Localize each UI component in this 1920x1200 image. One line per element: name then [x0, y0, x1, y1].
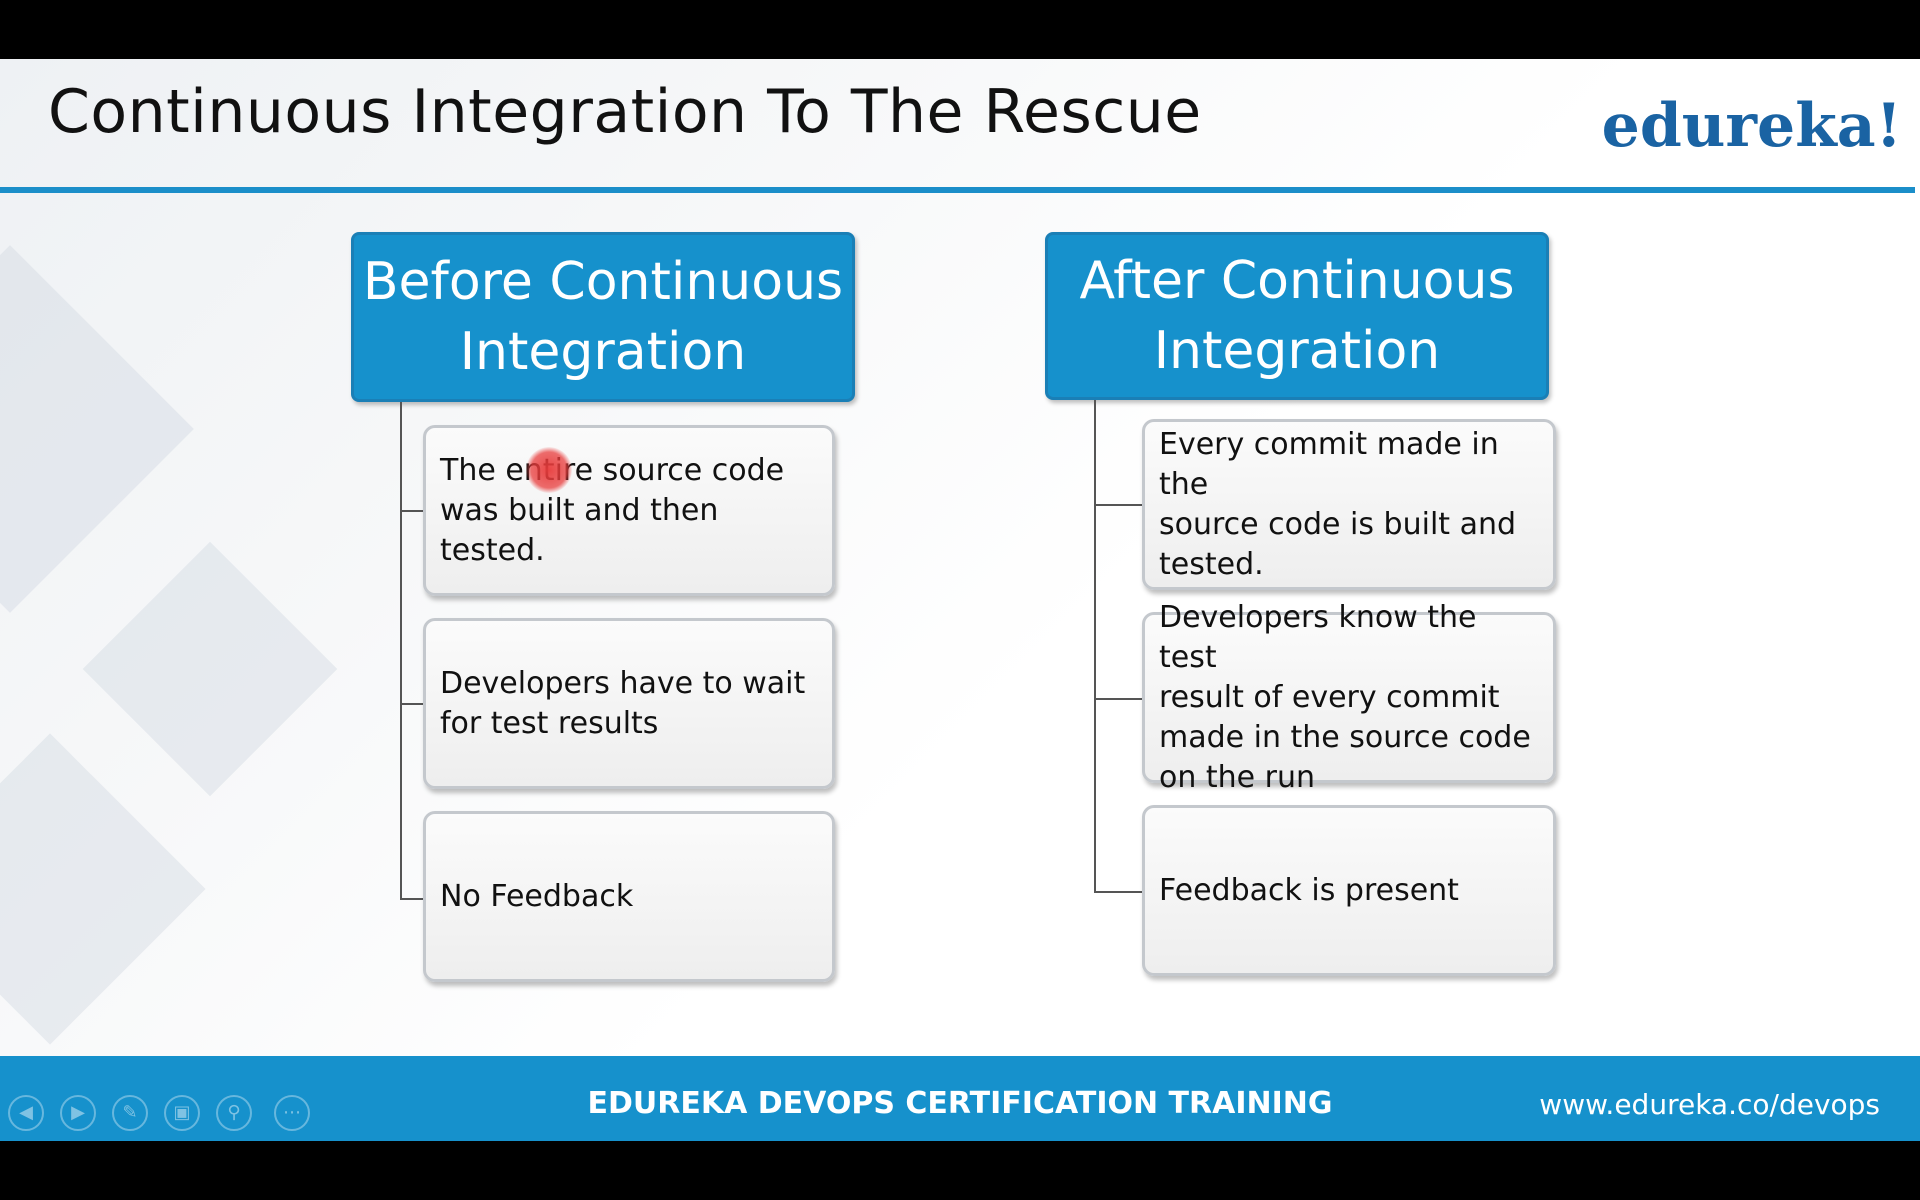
- after-connector-line: [1094, 400, 1096, 892]
- after-item-card: Feedback is present: [1142, 805, 1556, 976]
- before-connector-line: [400, 402, 402, 900]
- card-text: for test results: [440, 705, 659, 741]
- card-text: made in the source code: [1159, 719, 1531, 755]
- card-text: Developers know the test: [1159, 599, 1477, 675]
- slide-title: Continuous Integration To The Rescue: [48, 77, 1202, 147]
- next-icon[interactable]: ▶: [60, 1095, 96, 1131]
- card-text: No Feedback: [440, 878, 634, 914]
- before-ci-header: Before Continuous Integration: [351, 232, 855, 402]
- slides-icon[interactable]: ▣: [164, 1095, 200, 1131]
- before-item-card: The entire source code was built and the…: [423, 425, 835, 596]
- more-icon[interactable]: ⋯: [274, 1095, 310, 1131]
- after-item-card: Every commit made in the source code is …: [1142, 419, 1556, 590]
- after-ci-header: After Continuous Integration: [1045, 232, 1549, 400]
- before-connector-branch: [400, 703, 424, 705]
- before-item-card: No Feedback: [423, 811, 835, 982]
- after-item-card: Developers know the test result of every…: [1142, 600, 1556, 795]
- zoom-icon[interactable]: ⚲: [216, 1095, 252, 1131]
- background-decoration: [0, 733, 206, 1045]
- after-connector-branch: [1094, 698, 1144, 700]
- footer-url[interactable]: www.edureka.co/devops: [1539, 1088, 1880, 1121]
- before-item-card: Developers have to wait for test results: [423, 618, 835, 789]
- card-text: was built and then tested.: [440, 492, 719, 568]
- card-text: on the run: [1159, 759, 1316, 795]
- slide: Continuous Integration To The Rescue edu…: [0, 59, 1920, 1141]
- card-text: Every commit made in the: [1159, 426, 1499, 502]
- card-text: Developers have to wait: [440, 665, 806, 701]
- title-divider: [0, 187, 1915, 193]
- background-decoration: [82, 541, 338, 797]
- edureka-logo: edureka!: [1601, 91, 1902, 161]
- after-header-line: After Continuous: [1079, 251, 1515, 311]
- before-header-line: Before Continuous: [362, 252, 844, 312]
- card-text: tested.: [1159, 546, 1264, 582]
- card-text: The entire source code: [440, 452, 785, 488]
- card-text: result of every commit: [1159, 679, 1500, 715]
- before-connector-branch: [400, 898, 424, 900]
- after-header-line: Integration: [1153, 321, 1441, 381]
- pen-icon[interactable]: ✎: [112, 1095, 148, 1131]
- previous-icon[interactable]: ◀: [8, 1095, 44, 1131]
- laser-pointer: [526, 447, 572, 493]
- after-connector-branch: [1094, 891, 1144, 893]
- background-decoration: [0, 245, 194, 613]
- before-header-line: Integration: [459, 322, 747, 382]
- after-connector-branch: [1094, 504, 1144, 506]
- card-text: Feedback is present: [1159, 872, 1459, 908]
- card-text: source code is built and: [1159, 506, 1517, 542]
- before-connector-branch: [400, 510, 424, 512]
